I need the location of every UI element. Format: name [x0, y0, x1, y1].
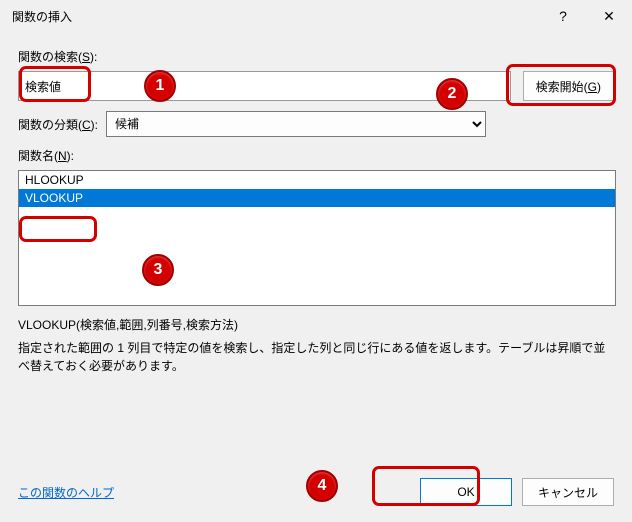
- ok-button[interactable]: OK: [420, 478, 512, 506]
- close-icon[interactable]: ✕: [586, 0, 632, 32]
- function-list-label: 関数名(N):: [18, 147, 614, 164]
- search-go-button[interactable]: 検索開始(G): [523, 71, 614, 101]
- function-listbox[interactable]: HLOOKUPVLOOKUP: [18, 170, 616, 306]
- category-label: 関数の分類(C):: [18, 116, 98, 133]
- search-input[interactable]: [18, 71, 511, 101]
- title-bar: 関数の挿入 ? ✕: [0, 0, 632, 32]
- category-select[interactable]: 候補: [106, 111, 486, 137]
- list-item[interactable]: HLOOKUP: [19, 171, 615, 189]
- cancel-button[interactable]: キャンセル: [522, 478, 614, 506]
- function-description: 指定された範囲の 1 列目で特定の値を検索し、指定した列と同じ行にある値を返しま…: [18, 339, 614, 375]
- search-label: 関数の検索(S):: [18, 48, 614, 65]
- function-syntax: VLOOKUP(検索値,範囲,列番号,検索方法): [18, 316, 614, 333]
- window-title: 関数の挿入: [12, 8, 540, 25]
- help-link[interactable]: この関数のヘルプ: [18, 484, 114, 501]
- list-item[interactable]: VLOOKUP: [19, 189, 615, 207]
- help-icon[interactable]: ?: [540, 0, 586, 32]
